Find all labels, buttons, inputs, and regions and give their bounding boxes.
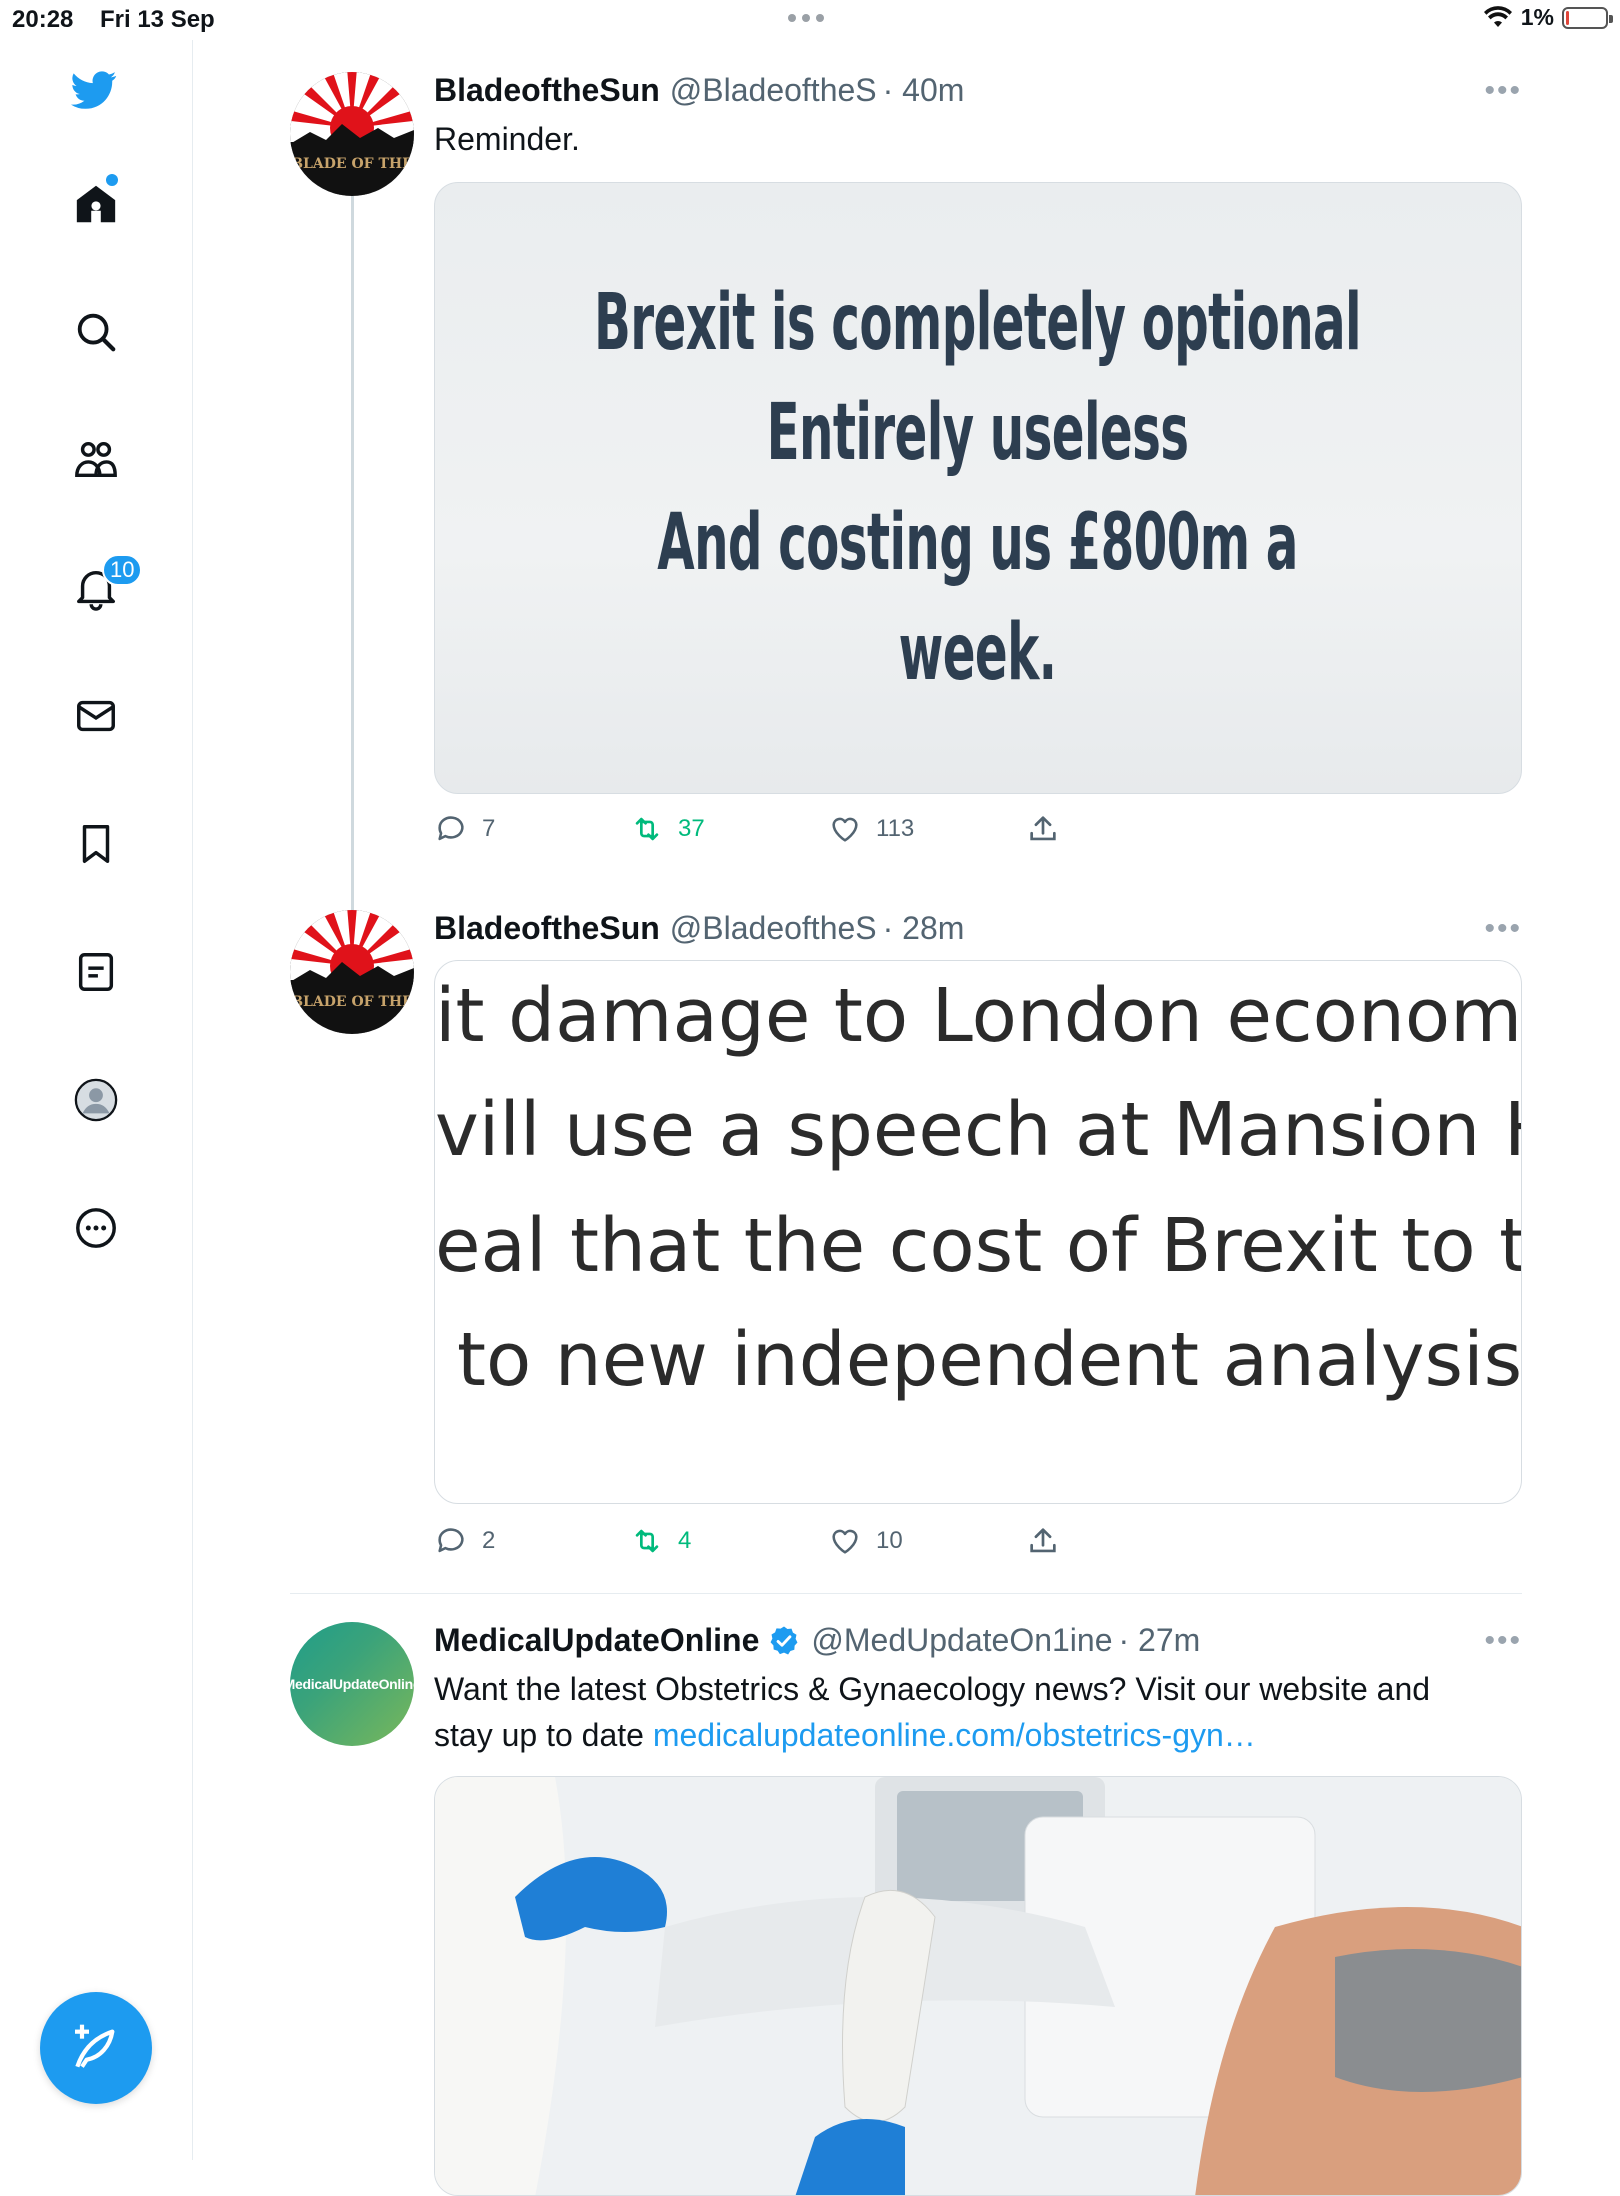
multitasking-dots-icon[interactable] — [788, 14, 824, 22]
tweet-header: BladeoftheSun @BladeoftheS · 28m — [434, 910, 964, 947]
reply-count: 7 — [482, 815, 496, 842]
image-line: Brexit is completely optional — [594, 278, 1363, 368]
reply-button[interactable]: 2 — [434, 1524, 495, 1558]
author-handle[interactable]: @BladeoftheS — [670, 72, 877, 109]
tweet-image[interactable]: it damage to London econom vill use a sp… — [434, 960, 1522, 1504]
tweet-text: Want the latest Obstetrics & Gynaecology… — [434, 1666, 1430, 1758]
tweet-time[interactable]: · 40m — [883, 72, 965, 109]
like-button[interactable]: 10 — [828, 1524, 903, 1558]
tweet-3[interactable]: MedicalUpdateOnline MedicalUpdateOnline … — [290, 1622, 1522, 2196]
reply-button[interactable]: 7 — [434, 812, 495, 846]
tweet-text: Reminder. — [434, 121, 580, 157]
tweet-header: MedicalUpdateOnline @MedUpdateOn1ine · 2… — [434, 1622, 1200, 1659]
reply-icon — [438, 1528, 464, 1553]
tweet-time[interactable]: · 28m — [883, 910, 965, 947]
image-line: Entirely useless — [767, 388, 1189, 478]
image-line: eal that the cost of Brexit to tl — [435, 1203, 1522, 1289]
status-bar: 20:28 Fri 13 Sep 1% — [0, 0, 1620, 40]
retweet-button[interactable]: 4 — [630, 1524, 691, 1558]
tweet-more-icon[interactable]: ••• — [1484, 74, 1522, 108]
lists-icon[interactable] — [70, 946, 122, 998]
messages-icon[interactable] — [70, 690, 122, 742]
twitter-logo-icon[interactable] — [68, 64, 120, 116]
image-line: week. — [899, 608, 1057, 698]
like-count: 10 — [876, 1527, 903, 1554]
share-button[interactable] — [1026, 1524, 1060, 1558]
ultrasound-photo-image — [435, 1777, 1521, 2195]
retweet-icon — [635, 817, 659, 841]
author-handle[interactable]: @BladeoftheS — [670, 910, 877, 947]
avatar[interactable]: MedicalUpdateOnline — [290, 1622, 414, 1746]
avatar-caption: MedicalUpdateOnline — [290, 1676, 414, 1692]
tweet-header: BladeoftheSun @BladeoftheS · 40m — [434, 72, 964, 109]
wifi-icon — [1483, 5, 1512, 27]
reply-icon — [438, 816, 464, 841]
tweet-1[interactable]: BLADE OF THE BladeoftheSun @BladeoftheS … — [290, 72, 1522, 862]
tweet-image[interactable] — [434, 1776, 1522, 2196]
tweet-more-icon[interactable]: ••• — [1484, 912, 1522, 946]
heart-icon — [832, 817, 858, 842]
author-name[interactable]: MedicalUpdateOnline — [434, 1622, 759, 1659]
retweet-count: 4 — [678, 1527, 692, 1554]
battery-percent: 1% — [1520, 4, 1554, 30]
profile-icon[interactable] — [70, 1074, 122, 1126]
share-icon — [1030, 1528, 1056, 1553]
share-icon — [1030, 816, 1056, 841]
notifications-badge: 10 — [102, 554, 143, 586]
status-date: Fri 13 Sep — [100, 6, 215, 33]
avatar-caption: BLADE OF THE — [291, 156, 413, 172]
image-line: And costing us £800m a — [657, 498, 1299, 588]
battery-icon — [1562, 6, 1613, 29]
tweet-actions: 7 37 113 — [434, 812, 1134, 852]
like-button[interactable]: 113 — [828, 812, 914, 846]
image-line: to new independent analysis. — [457, 1317, 1522, 1403]
share-button[interactable] — [1026, 812, 1060, 846]
author-name[interactable]: BladeoftheSun — [434, 72, 660, 109]
tweet-divider — [290, 1593, 1522, 1594]
compose-feather-icon — [75, 2024, 115, 2068]
avatar[interactable]: BLADE OF THE — [290, 72, 414, 196]
author-handle[interactable]: @MedUpdateOn1ine — [811, 1622, 1112, 1659]
author-name[interactable]: BladeoftheSun — [434, 910, 660, 947]
avatar-caption: BLADE OF THE — [291, 994, 413, 1010]
home-unread-dot — [106, 174, 118, 186]
tweet-text-line: stay up to date medicalupdateonline.com/… — [434, 1712, 1430, 1758]
rising-sun-avatar-image: BLADE OF THE — [290, 910, 414, 1034]
like-count: 113 — [876, 815, 915, 842]
tweet-text-segment: stay up to date — [434, 1717, 653, 1753]
communities-icon[interactable] — [70, 434, 122, 486]
retweet-button[interactable]: 37 — [630, 812, 705, 846]
tweet-actions: 2 4 10 — [434, 1524, 1134, 1564]
tweet-text-line: Want the latest Obstetrics & Gynaecology… — [434, 1671, 1431, 1707]
status-right: 1% — [1483, 4, 1613, 31]
image-line: vill use a speech at Mansion H — [435, 1087, 1522, 1173]
tweet-link[interactable]: medicalupdateonline.com/obstetrics-gyn… — [653, 1717, 1256, 1753]
avatar[interactable]: BLADE OF THE — [290, 910, 414, 1034]
bookmarks-icon[interactable] — [70, 818, 122, 870]
reply-count: 2 — [482, 1527, 496, 1554]
heart-icon — [832, 1529, 858, 1554]
search-icon[interactable] — [70, 306, 122, 358]
retweet-count: 37 — [678, 815, 705, 842]
tweet-time[interactable]: · 27m — [1119, 1622, 1201, 1659]
image-caption: Brexit is completely optional Entirely u… — [594, 268, 1363, 708]
status-time: 20:28 — [12, 6, 74, 33]
home-icon[interactable] — [70, 178, 122, 230]
verified-badge-icon — [770, 1626, 798, 1654]
compose-tweet-button[interactable] — [40, 1992, 152, 2104]
more-icon[interactable] — [70, 1202, 122, 1254]
tweet-more-icon[interactable]: ••• — [1484, 1624, 1522, 1658]
image-line: it damage to London econom — [435, 973, 1522, 1059]
tweet-image[interactable]: Brexit is completely optional Entirely u… — [434, 182, 1522, 794]
retweet-icon — [635, 1529, 659, 1553]
tweet-2[interactable]: BLADE OF THE BladeoftheSun @BladeoftheS … — [290, 910, 1522, 1570]
rising-sun-avatar-image: BLADE OF THE — [290, 72, 414, 196]
